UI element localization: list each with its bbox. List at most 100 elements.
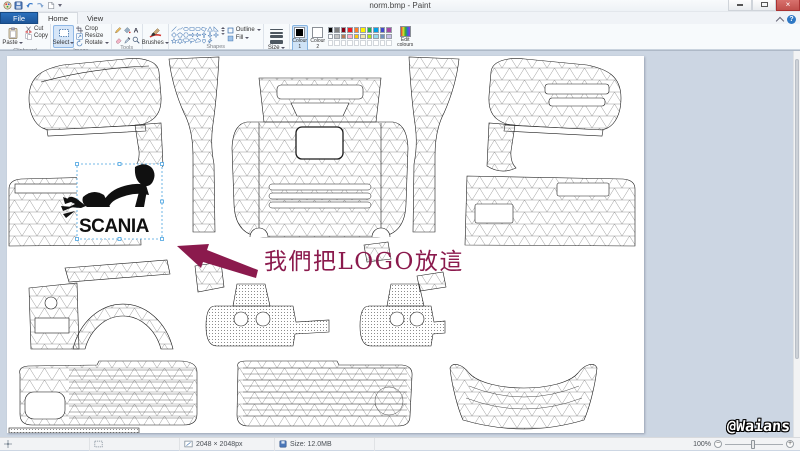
rotate-button[interactable]: Rotate (76, 40, 109, 46)
four-point-star-shape-icon[interactable] (213, 32, 219, 38)
palette-swatch-empty[interactable] (367, 40, 373, 46)
resize-button[interactable]: Resize (76, 33, 109, 39)
tab-home[interactable]: Home (38, 12, 78, 24)
colour1-button[interactable]: Colour 1 (292, 25, 308, 52)
palette-swatch-empty[interactable] (347, 40, 353, 46)
colour1-swatch (294, 27, 305, 38)
palette-swatch[interactable] (328, 34, 334, 40)
palette-swatch[interactable] (380, 27, 386, 33)
shapes-grid (171, 25, 219, 44)
cursor-position-cell (0, 438, 90, 451)
minimize-button[interactable] (728, 0, 752, 11)
palette-swatch[interactable] (334, 34, 340, 40)
close-button[interactable]: × (776, 0, 800, 11)
maximize-button[interactable] (752, 0, 776, 11)
palette-swatch[interactable] (341, 34, 347, 40)
text-tool-icon[interactable]: A (132, 26, 140, 34)
palette-swatch-empty[interactable] (386, 40, 392, 46)
palette-swatch[interactable] (334, 27, 340, 33)
palette-swatch[interactable] (386, 34, 392, 40)
palette-swatch[interactable] (373, 27, 379, 33)
colour2-swatch (312, 27, 323, 38)
tab-view[interactable]: View (78, 12, 112, 24)
copy-label: Copy (34, 33, 48, 39)
palette-swatch[interactable] (341, 27, 347, 33)
group-brushes: Brushes (143, 24, 169, 49)
palette-swatch-empty[interactable] (360, 40, 366, 46)
palette-swatch-empty[interactable] (373, 40, 379, 46)
cut-button[interactable]: Cut (25, 26, 48, 32)
help-icon[interactable]: ? (787, 15, 796, 24)
palette-swatch[interactable] (367, 27, 373, 33)
work-area: SCANIA 我們把LOGO放這 @Waians (0, 50, 800, 437)
palette-swatch[interactable] (347, 34, 353, 40)
file-size-value: Size: 12.0MB (290, 441, 332, 448)
paste-dropdown-icon (19, 42, 23, 44)
zoom-in-button[interactable]: + (786, 440, 794, 448)
paste-button[interactable]: Paste (2, 25, 23, 48)
customize-toolbar-dropdown-icon[interactable] (58, 4, 62, 7)
eraser-tool-icon[interactable] (114, 36, 122, 44)
rotate-icon (76, 40, 83, 47)
palette-swatch[interactable] (328, 27, 334, 33)
palette-swatch[interactable] (347, 27, 353, 33)
palette-swatch[interactable] (354, 27, 360, 33)
outline-label: Outline (236, 27, 255, 33)
shape-outline-button[interactable]: Outline (227, 27, 261, 33)
image-dimensions-value: 2048 × 2048px (196, 441, 243, 448)
edit-colours-icon (400, 26, 411, 37)
fill-bucket-tool-icon[interactable] (123, 26, 131, 34)
palette-swatch[interactable] (373, 34, 379, 40)
zoom-out-button[interactable]: − (714, 440, 722, 448)
size-button[interactable]: Size (266, 25, 287, 53)
edit-colours-button[interactable]: Edit colours (394, 25, 416, 48)
pencil-tool-icon[interactable] (114, 26, 122, 34)
scania-logo-text: SCANIA (79, 216, 150, 237)
color-picker-tool-icon[interactable] (123, 36, 131, 44)
paint-app-icon[interactable] (3, 1, 12, 10)
zoom-slider[interactable] (725, 444, 783, 445)
size-icon (270, 27, 283, 44)
tab-file[interactable]: File (0, 12, 38, 24)
drawing-canvas[interactable]: SCANIA 我們把LOGO放這 (7, 56, 644, 433)
colour2-button[interactable]: Colour 2 (310, 25, 326, 52)
zoom-slider-handle[interactable] (751, 440, 755, 449)
palette-swatch-empty[interactable] (334, 40, 340, 46)
vertical-scrollbar-thumb[interactable] (795, 59, 799, 359)
magnifier-tool-icon[interactable] (132, 36, 140, 44)
image-dimensions-cell: 2048 × 2048px (180, 438, 275, 451)
undo-icon[interactable] (25, 1, 34, 10)
palette-swatch[interactable] (380, 34, 386, 40)
palette-swatch-empty[interactable] (341, 40, 347, 46)
copy-button[interactable]: Copy (25, 33, 48, 39)
truck-uv-template-artwork: SCANIA 我們把LOGO放這 (7, 56, 644, 433)
crop-button[interactable]: Crop (76, 26, 109, 32)
brushes-label: Brushes (142, 40, 164, 46)
brushes-button[interactable]: Brushes (145, 25, 166, 48)
brush-icon (149, 27, 162, 39)
shapes-scroll-down-icon[interactable] (221, 30, 225, 32)
palette-swatch-empty[interactable] (354, 40, 360, 46)
shapes-scroll-up-icon[interactable] (221, 27, 225, 29)
uv-piece-chassis-left (206, 284, 329, 346)
palette-swatch[interactable] (360, 34, 366, 40)
palette-swatch[interactable] (367, 34, 373, 40)
copy-icon (25, 33, 32, 40)
resize-label: Resize (85, 33, 103, 39)
palette-swatch[interactable] (386, 27, 392, 33)
group-size: Size (264, 24, 290, 49)
uv-piece-wheel-arch-left (29, 260, 173, 349)
select-button[interactable]: Select (53, 25, 74, 48)
watermark: @Waians (726, 417, 790, 435)
shape-fill-button[interactable]: Fill (227, 35, 261, 41)
vertical-scrollbar[interactable] (793, 51, 800, 437)
palette-swatch[interactable] (360, 27, 366, 33)
new-document-icon[interactable] (47, 1, 55, 10)
palette-swatch-empty[interactable] (328, 40, 334, 46)
redo-icon[interactable] (36, 1, 45, 10)
palette-swatch[interactable] (354, 34, 360, 40)
save-icon[interactable] (14, 1, 23, 10)
rotate-label: Rotate (85, 40, 103, 46)
shapes-more-icon[interactable] (221, 33, 225, 35)
palette-swatch-empty[interactable] (380, 40, 386, 46)
